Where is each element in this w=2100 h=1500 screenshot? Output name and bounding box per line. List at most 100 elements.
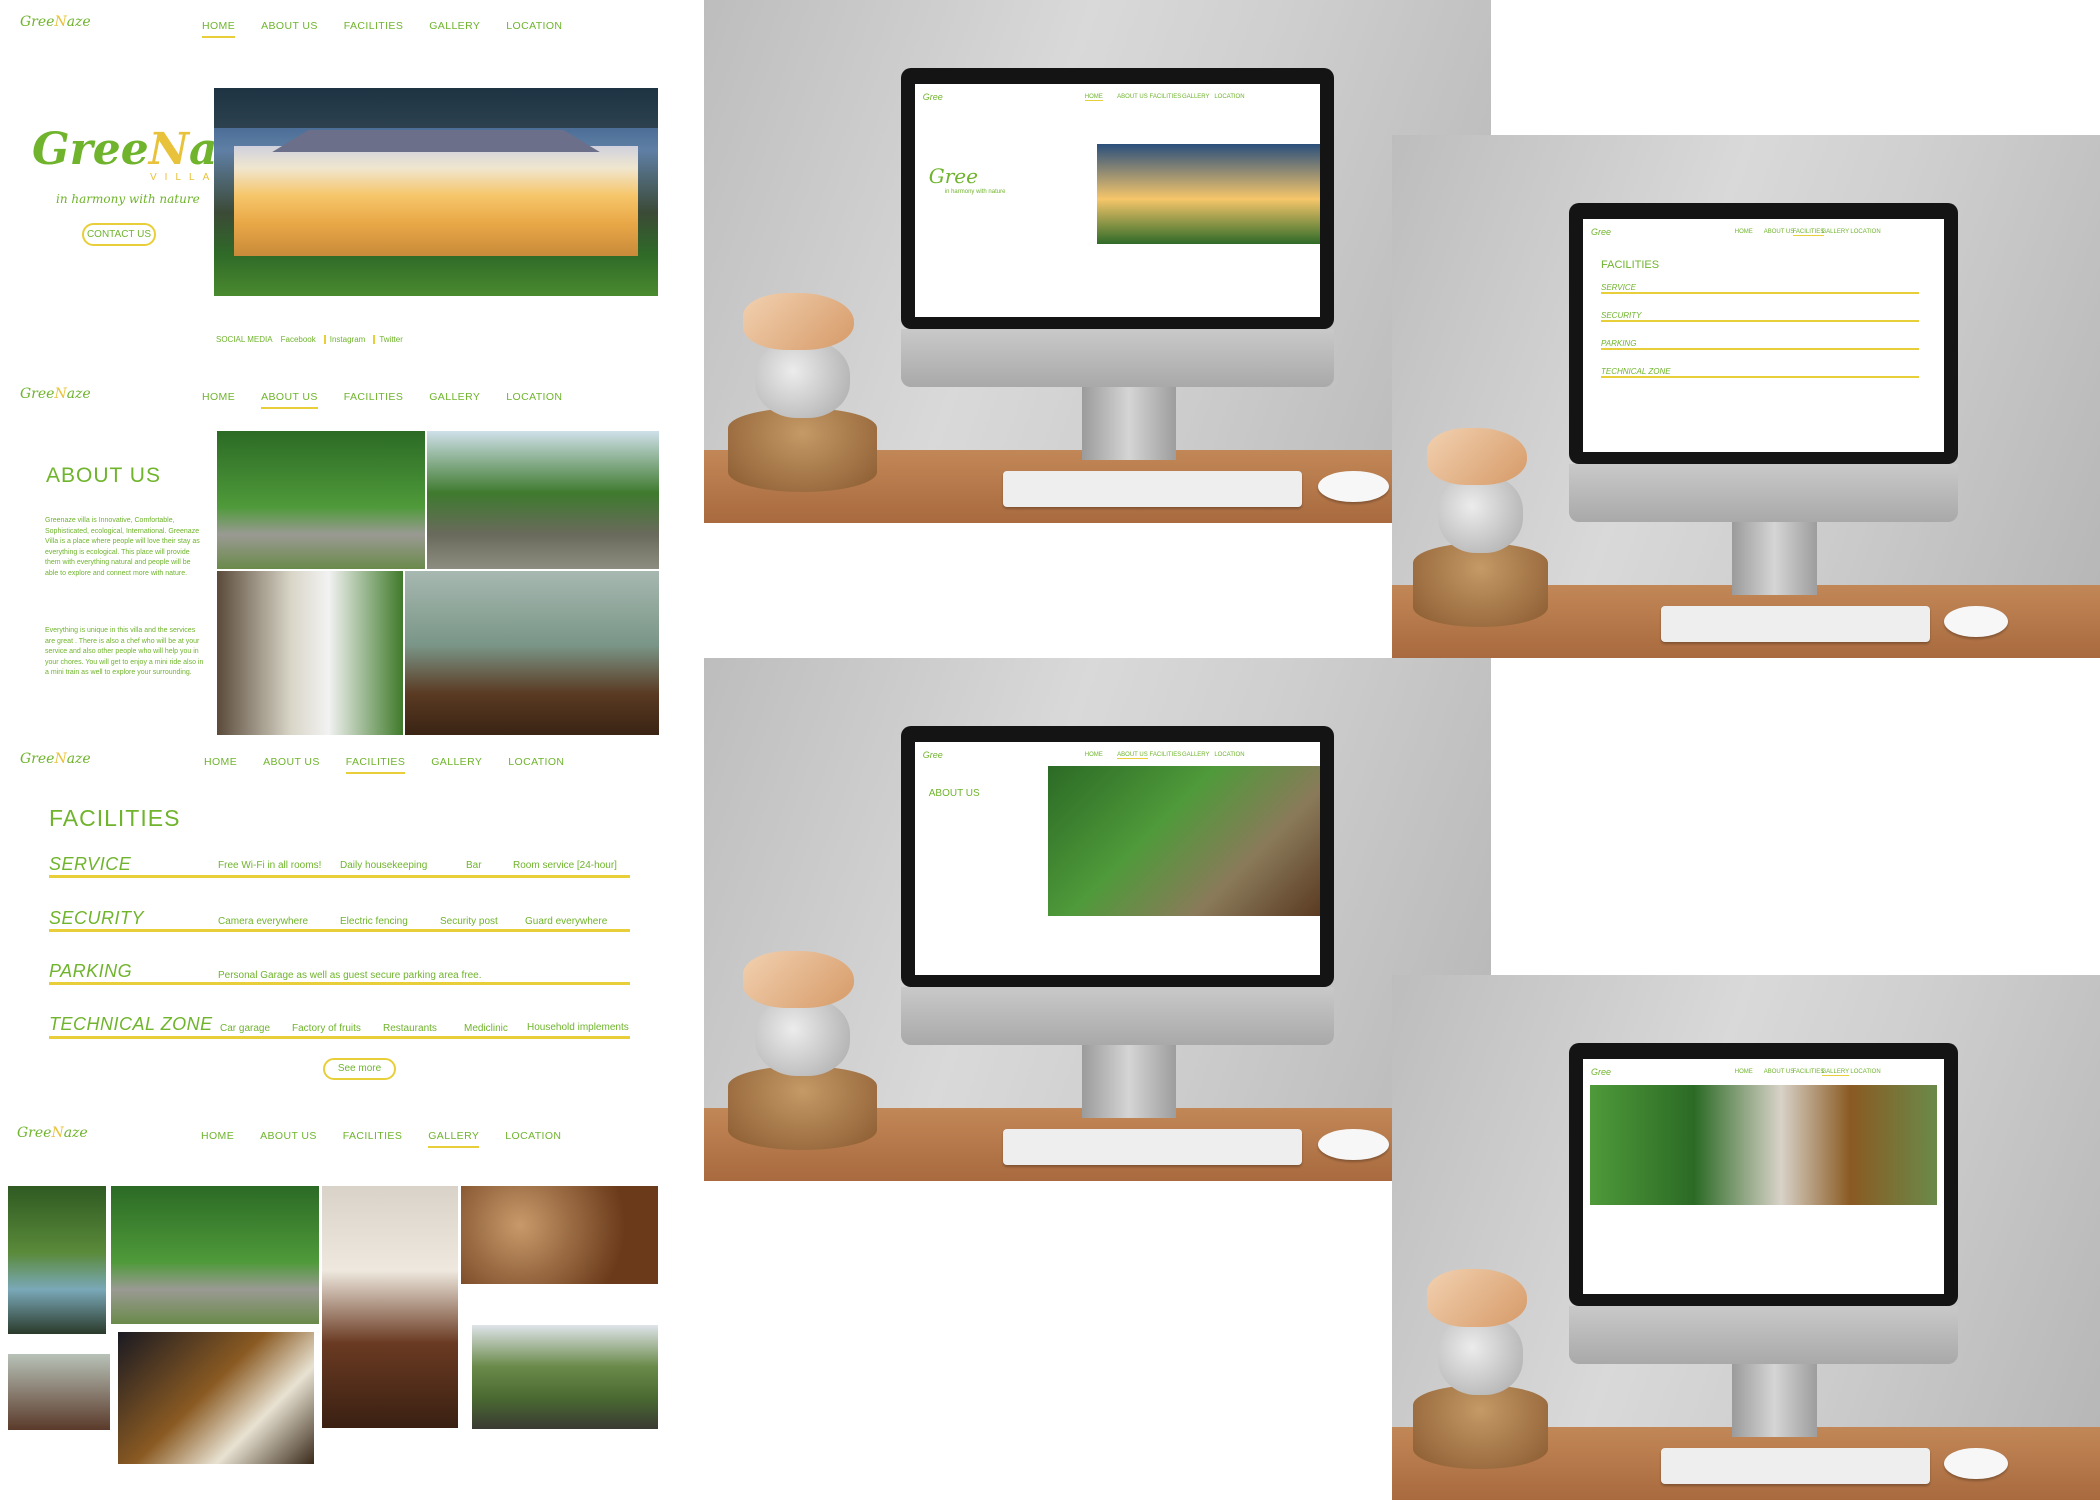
facility-heading: SECURITY xyxy=(1601,311,1920,322)
nav-about[interactable]: ABOUT US xyxy=(261,20,318,38)
tagline: in harmony with nature xyxy=(56,192,200,206)
facility-item: Room service [24-hour] xyxy=(513,860,617,871)
nav-home: HOME xyxy=(1084,751,1103,758)
monitor-screen: HOME ABOUT US FACILITIES GALLERY LOCATION Gre… xyxy=(914,83,1320,318)
nav-home[interactable]: HOME xyxy=(202,391,235,409)
dining-room-photo xyxy=(405,571,659,735)
fountain-photo xyxy=(8,1186,106,1334)
monitor-chin xyxy=(1569,464,1959,522)
twitter-link[interactable]: Twitter xyxy=(373,335,403,344)
about-title: ABOUT US xyxy=(46,464,161,487)
contact-us-button[interactable]: CONTACT US xyxy=(82,223,156,246)
social-media-label: SOCIAL MEDIA xyxy=(216,335,273,344)
nav-about: ABOUT US xyxy=(1117,751,1148,759)
crystal-rock xyxy=(1427,427,1527,486)
about-paragraph-1: Greenaze villa is Innovative, Comfortabl… xyxy=(45,517,200,577)
wood-log xyxy=(727,1065,878,1150)
nav-about[interactable]: ABOUT US xyxy=(263,756,320,774)
nav-location: LOCATION xyxy=(1214,93,1245,100)
nav-home: HOME xyxy=(1084,93,1103,101)
facility-item: Free Wi-Fi in all rooms! xyxy=(218,860,322,871)
stone xyxy=(1438,474,1523,554)
facebook-link[interactable]: Facebook xyxy=(281,335,316,344)
nav-gallery[interactable]: GALLERY xyxy=(428,1130,480,1148)
nav-gallery[interactable]: GALLERY xyxy=(431,756,482,774)
crystal-rock xyxy=(1427,1269,1527,1327)
monitor-stand xyxy=(1731,522,1817,596)
nav-facilities: FACILITIES xyxy=(1792,228,1825,236)
monitor-screen: HOME ABOUT US FACILITIES GALLERY LOCATION Gre… xyxy=(914,741,1320,976)
stone xyxy=(1438,1316,1523,1395)
service-heading: SERVICE xyxy=(49,854,132,874)
keyboard xyxy=(1661,605,1931,643)
nav-about: ABOUT US xyxy=(1763,1069,1795,1076)
bedroom-photo xyxy=(322,1186,458,1428)
divider xyxy=(49,929,630,932)
nav-home[interactable]: HOME xyxy=(204,756,237,774)
see-more-button[interactable]: See more xyxy=(323,1058,396,1080)
stone xyxy=(755,997,850,1077)
nav-about[interactable]: ABOUT US xyxy=(260,1130,317,1148)
facilities-title: FACILITIES xyxy=(49,805,181,831)
facility-item: Electric fencing xyxy=(340,916,408,927)
logo-subtitle: VILLA xyxy=(150,172,218,183)
nav-about: ABOUT US xyxy=(1763,228,1795,235)
logo-small: Gree xyxy=(1591,226,1612,237)
instagram-link[interactable]: Instagram xyxy=(323,335,365,344)
nav-home[interactable]: HOME xyxy=(201,1130,234,1148)
logo-small[interactable]: GreeNaze xyxy=(20,14,91,30)
nav-facilities: FACILITIES xyxy=(1792,1069,1825,1076)
facilities-title: FACILITIES xyxy=(1601,258,1660,271)
monitor-screen: HOME ABOUT US FACILITIES GALLERY LOCATION Gre… xyxy=(1583,218,1945,453)
facility-item: Security post xyxy=(440,916,498,927)
about-collage xyxy=(1048,765,1320,916)
about-paragraph-2: Everything is unique in this villa and t… xyxy=(45,627,204,676)
nav-gallery: GALLERY xyxy=(1821,1069,1850,1077)
chef-photo xyxy=(217,571,403,735)
facility-item: Car garage xyxy=(220,1023,271,1034)
nav-about[interactable]: ABOUT US xyxy=(261,391,318,409)
tree-avenue-photo xyxy=(217,431,425,569)
logo-large: Gree xyxy=(928,163,978,188)
nav-facilities: FACILITIES xyxy=(1149,751,1182,758)
mouse xyxy=(1317,1128,1389,1161)
logo-small: Gree xyxy=(922,749,943,760)
logo-small[interactable]: GreeNaze xyxy=(17,1125,88,1141)
nav-gallery[interactable]: GALLERY xyxy=(429,391,480,409)
wood-log xyxy=(1413,1384,1548,1469)
wood-log xyxy=(727,407,878,492)
facility-item: Restaurants xyxy=(383,1023,437,1034)
divider xyxy=(49,1036,630,1039)
garden-view-photo xyxy=(472,1325,658,1429)
monitor-chin xyxy=(900,329,1334,387)
monitor-stand xyxy=(1081,1045,1177,1119)
nav-gallery: GALLERY xyxy=(1181,93,1210,100)
mockup-about: HOME ABOUT US FACILITIES GALLERY LOCATION Gre… xyxy=(704,658,1491,1181)
nav-location[interactable]: LOCATION xyxy=(506,20,562,38)
mouse xyxy=(1944,1447,2008,1479)
keyboard xyxy=(1003,470,1303,508)
facility-item: Household implements xyxy=(527,1022,629,1033)
mouse xyxy=(1944,605,2008,638)
nav-gallery[interactable]: GALLERY xyxy=(429,20,480,38)
nav-home[interactable]: HOME xyxy=(202,20,236,38)
facility-item: Camera everywhere xyxy=(218,916,309,927)
nav-location[interactable]: LOCATION xyxy=(506,391,562,409)
logo-small[interactable]: GreeNaze xyxy=(20,386,91,402)
nav-facilities[interactable]: FACILITIES xyxy=(345,756,406,774)
facility-item: Factory of fruits xyxy=(292,1023,361,1034)
stone xyxy=(755,339,850,419)
nav-facilities[interactable]: FACILITIES xyxy=(344,20,403,38)
restaurant-photo xyxy=(118,1332,314,1464)
mouse xyxy=(1317,470,1389,503)
nav-facilities[interactable]: FACILITIES xyxy=(343,1130,402,1148)
nav-location[interactable]: LOCATION xyxy=(508,756,564,774)
crystal-rock xyxy=(743,292,854,351)
nav-facilities[interactable]: FACILITIES xyxy=(344,391,403,409)
mockup-home: HOME ABOUT US FACILITIES GALLERY LOCATION Gre… xyxy=(704,0,1491,523)
logo-small: Gree xyxy=(1591,1067,1612,1078)
facility-item: Mediclinic xyxy=(464,1023,508,1034)
logo-small[interactable]: GreeNaze xyxy=(20,751,91,767)
food-photo xyxy=(461,1186,658,1284)
nav-location[interactable]: LOCATION xyxy=(505,1130,561,1148)
